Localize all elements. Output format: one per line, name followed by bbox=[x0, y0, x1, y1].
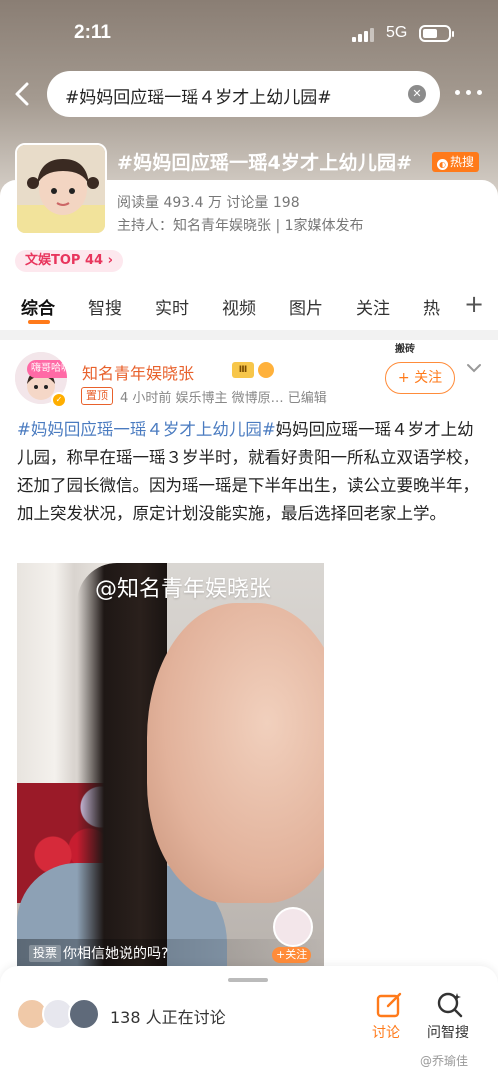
chevron-left-icon bbox=[15, 82, 29, 106]
tab-smart-search[interactable]: 智搜 bbox=[88, 294, 122, 319]
topic-host[interactable]: 主持人：知名青年娱晓张 | 1家媒体发布 bbox=[117, 215, 364, 235]
child-photo bbox=[17, 145, 105, 233]
ask-label[interactable]: 问智搜 bbox=[427, 1022, 469, 1042]
search-query: #妈妈回应瑶一瑶４岁才上幼儿园# bbox=[65, 88, 332, 108]
tab-video[interactable]: 视频 bbox=[222, 294, 256, 319]
drag-handle[interactable] bbox=[228, 978, 268, 982]
rank-badge[interactable]: 文娱TOP 44 › bbox=[15, 250, 123, 272]
mini-follow-button[interactable]: +关注 bbox=[272, 947, 312, 963]
topic-stats: 阅读量 493.4 万 讨论量 198 bbox=[117, 195, 300, 211]
mini-avatar[interactable] bbox=[273, 907, 313, 947]
status-time: 2:11 bbox=[74, 22, 111, 43]
network-label: 5G bbox=[386, 24, 408, 41]
fan-badge-icon bbox=[258, 362, 274, 378]
tab-following[interactable]: 关注 bbox=[356, 294, 390, 319]
tab-all[interactable]: 综合 bbox=[21, 294, 55, 319]
divider bbox=[0, 330, 498, 340]
clear-icon[interactable]: ✕ bbox=[408, 85, 426, 103]
author-name[interactable]: 知名青年娱晓张 bbox=[82, 360, 194, 384]
post-text: #妈妈回应瑶一瑶４岁才上幼儿园#妈妈回应瑶一瑶４岁才上幼儿园，称早在瑶一瑶３岁半… bbox=[17, 416, 481, 528]
status-bar: 2:11 5G bbox=[0, 0, 498, 66]
discuss-button[interactable] bbox=[372, 990, 406, 1052]
hot-icon: ◐ bbox=[437, 159, 448, 170]
smart-search-icon bbox=[437, 992, 463, 1018]
video-watermark: @知名青年娱晓张 bbox=[95, 577, 272, 602]
follow-button[interactable]: + 关注 bbox=[385, 362, 455, 394]
search-row: #妈妈回应瑶一瑶４岁才上幼儿园# ✕ bbox=[0, 66, 498, 122]
tab-bar: 综合 智搜 实时 视频 图片 关注 热 + bbox=[0, 286, 498, 330]
tab-realtime[interactable]: 实时 bbox=[155, 294, 189, 319]
signal-icon bbox=[352, 26, 378, 42]
more-icon[interactable] bbox=[455, 90, 485, 98]
post-meta: 4 小时前 娱乐博主 微博原… 已编辑 bbox=[120, 391, 327, 406]
participant-avatar bbox=[68, 998, 100, 1030]
tab-images[interactable]: 图片 bbox=[289, 294, 323, 319]
level-crown-icon: Ⅲ bbox=[232, 362, 254, 378]
hot-label: 热搜 bbox=[450, 155, 475, 169]
hot-search-badge[interactable]: ◐ 热搜 bbox=[432, 152, 480, 172]
poll-question[interactable]: 你相信她说的吗? bbox=[63, 943, 168, 963]
active-tab-indicator bbox=[28, 320, 50, 324]
post-video[interactable]: @知名青年娱晓张 投票 你相信她说的吗? +关注 bbox=[17, 563, 324, 967]
video-face bbox=[147, 603, 324, 903]
edit-icon bbox=[376, 992, 402, 1018]
discussing-count: 138 人正在讨论 bbox=[110, 1008, 226, 1027]
search-input[interactable]: #妈妈回应瑶一瑶４岁才上幼儿园# ✕ bbox=[47, 71, 440, 117]
chevron-down-icon[interactable] bbox=[466, 362, 482, 374]
verified-icon: ✓ bbox=[51, 392, 67, 408]
discuss-label[interactable]: 讨论 bbox=[372, 1022, 400, 1042]
tab-hot[interactable]: 热 bbox=[423, 294, 440, 319]
avatar-tag: 嗨哥哈嗨 bbox=[27, 360, 67, 378]
poll-label: 投票 bbox=[29, 945, 62, 962]
image-watermark: @乔瑜佳 bbox=[420, 1054, 469, 1068]
topic-title: #妈妈回应瑶一瑶4岁才上幼儿园# bbox=[117, 152, 413, 174]
add-tab-icon[interactable]: + bbox=[464, 290, 484, 318]
topic-cover-image[interactable] bbox=[15, 143, 107, 235]
post-hashtag[interactable]: #妈妈回应瑶一瑶４岁才上幼儿园# bbox=[17, 420, 276, 439]
ask-smart-search-button[interactable] bbox=[424, 990, 476, 1052]
pinned-badge: 置顶 bbox=[81, 387, 113, 405]
back-button[interactable] bbox=[8, 76, 38, 112]
battery-icon bbox=[419, 25, 454, 42]
